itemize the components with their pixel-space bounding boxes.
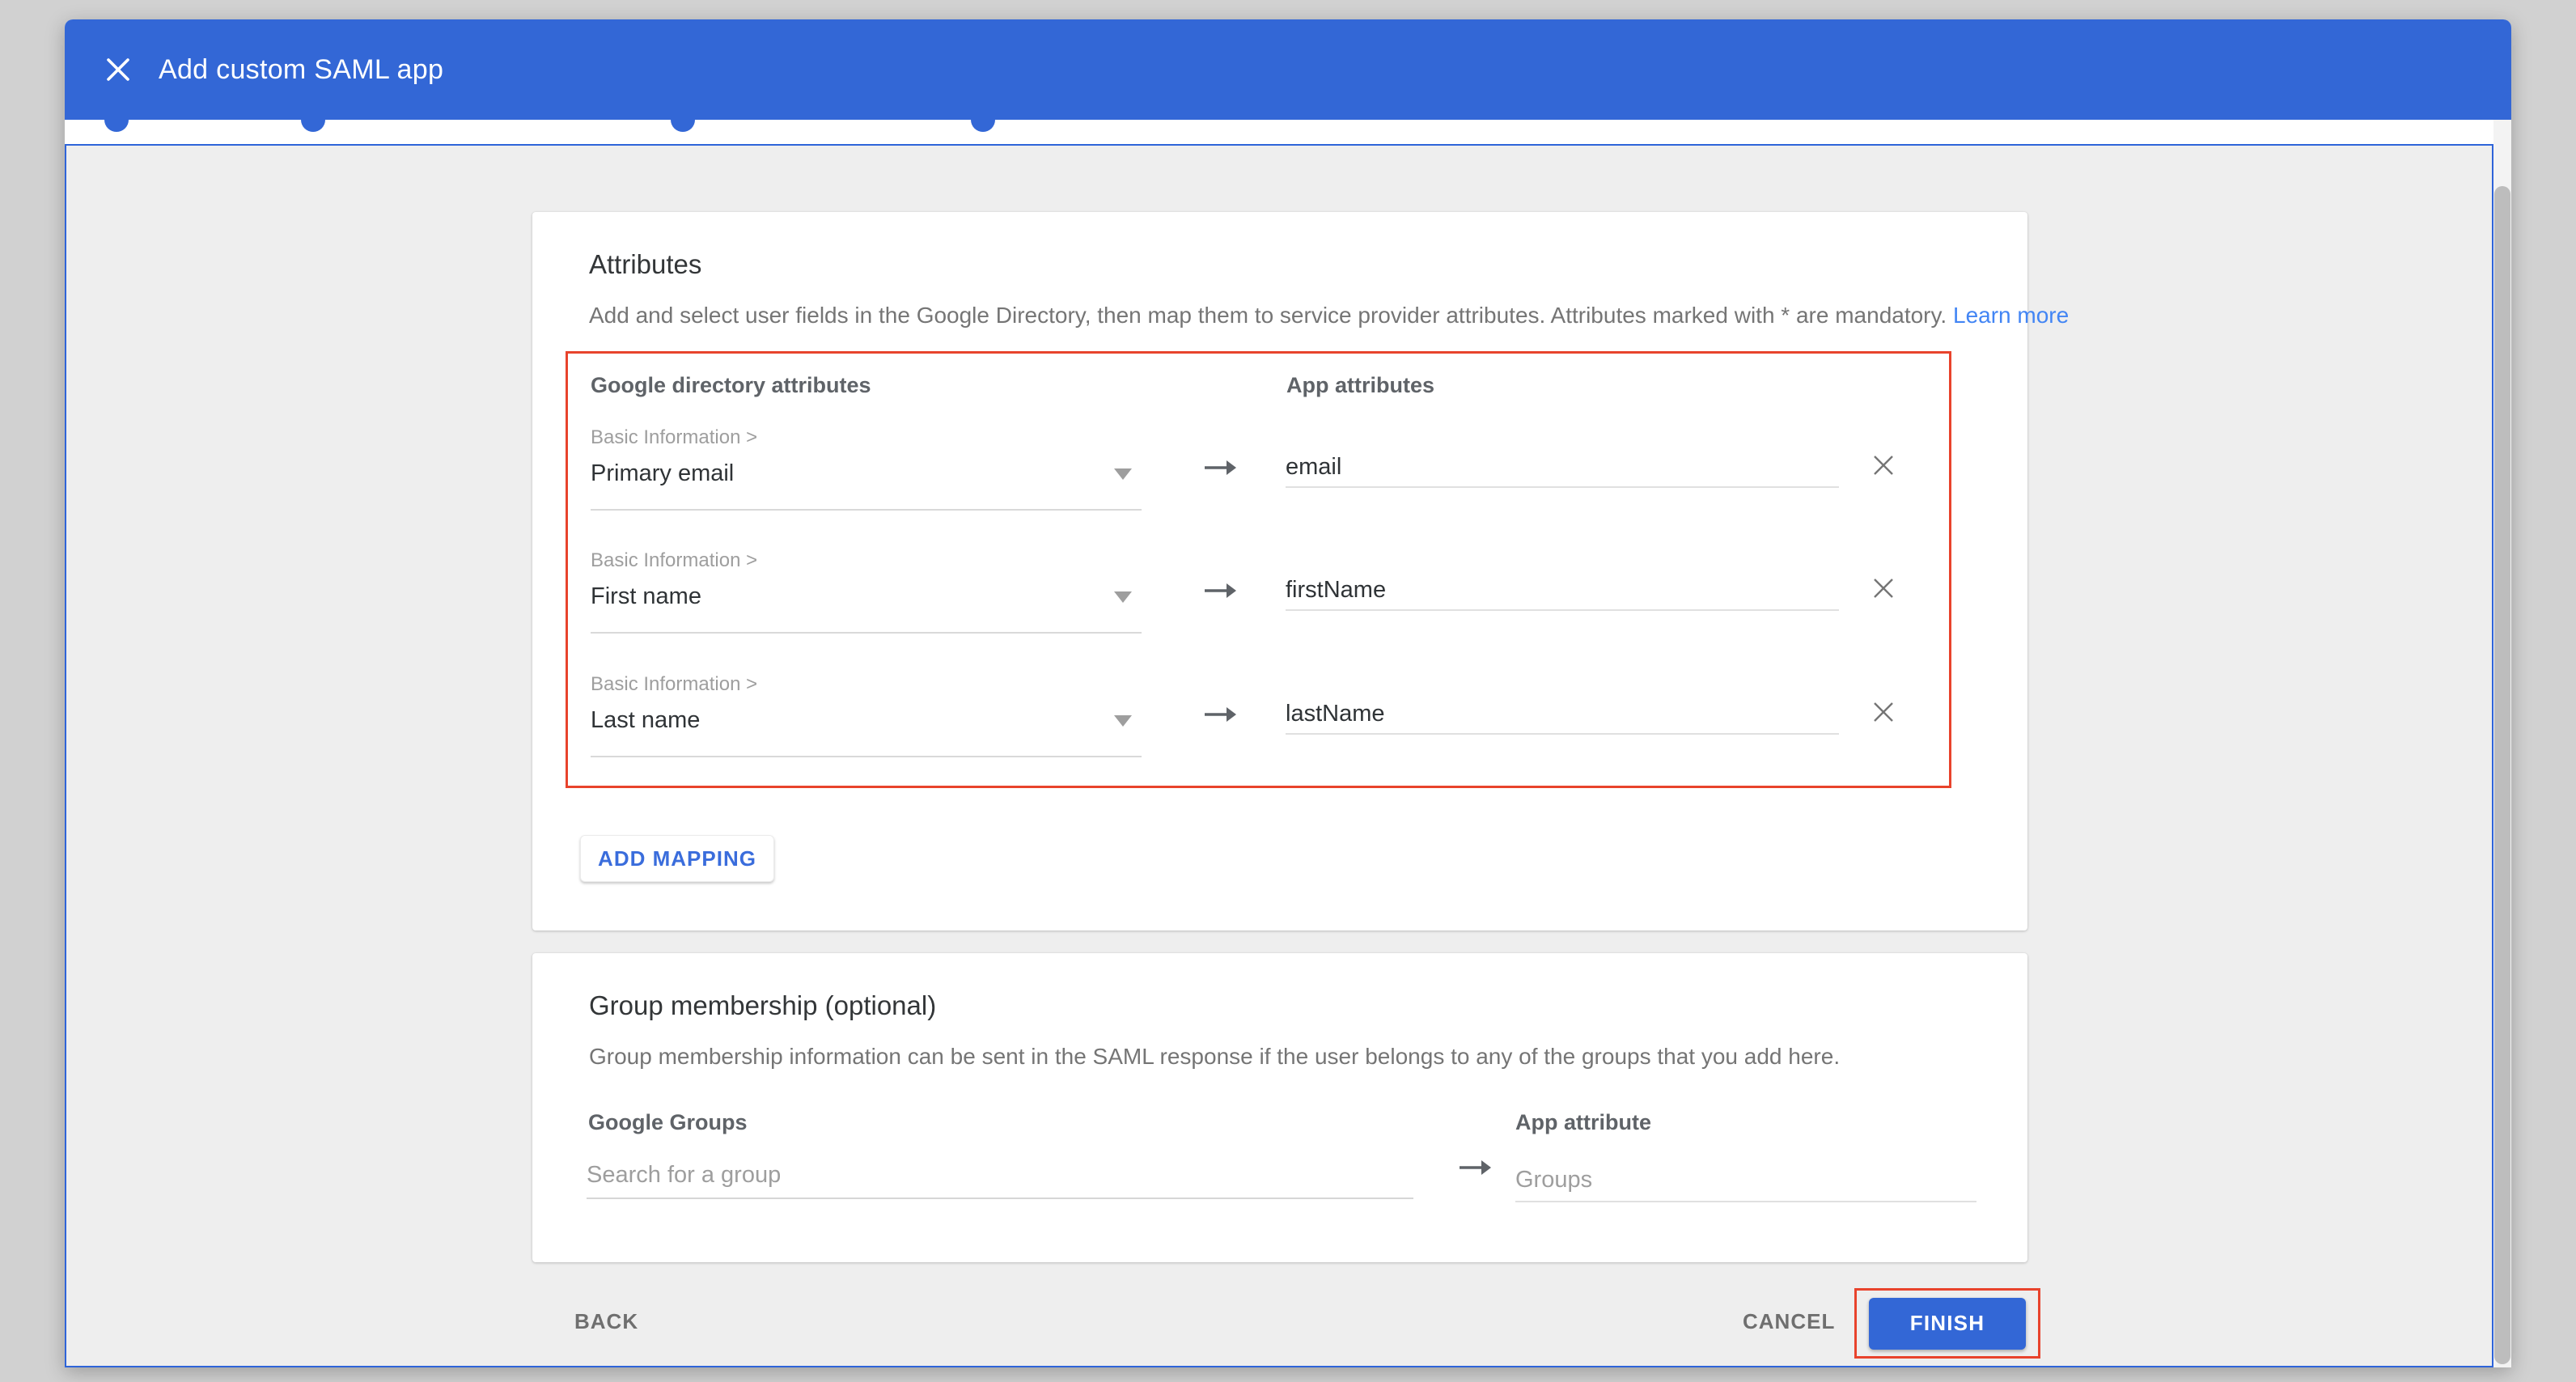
directory-attribute-value: Last name bbox=[591, 707, 700, 734]
close-icon[interactable] bbox=[102, 53, 134, 86]
directory-category-label: Basic Information > bbox=[591, 673, 757, 696]
annotation-box-finish: FINISH bbox=[1854, 1288, 2040, 1359]
group-membership-card: Group membership (optional) Group member… bbox=[532, 953, 2027, 1262]
dropdown-caret-icon bbox=[1114, 715, 1132, 727]
directory-category-label: Basic Information > bbox=[591, 549, 757, 572]
dialog-title: Add custom SAML app bbox=[159, 54, 443, 86]
arrow-right-icon bbox=[1457, 1155, 1494, 1180]
attributes-title: Attributes bbox=[589, 249, 701, 280]
arrow-right-icon bbox=[1202, 579, 1239, 603]
remove-mapping-icon[interactable] bbox=[1869, 574, 1898, 603]
app-attributes-column-header: App attributes bbox=[1286, 373, 1434, 398]
content-panel: Attributes Add and select user fields in… bbox=[65, 144, 2493, 1367]
directory-attribute-value: First name bbox=[591, 583, 701, 610]
google-groups-label: Google Groups bbox=[588, 1110, 748, 1135]
mapping-row: Basic Information > First name bbox=[591, 546, 1926, 668]
mapping-row: Basic Information > Primary email bbox=[591, 423, 1926, 545]
attributes-card: Attributes Add and select user fields in… bbox=[532, 212, 2027, 931]
dropdown-caret-icon bbox=[1114, 468, 1132, 480]
cancel-button[interactable]: CANCEL bbox=[1743, 1309, 1835, 1334]
directory-attribute-select[interactable]: Last name bbox=[591, 702, 1142, 757]
page-background: { "header": { "title": "Add custom SAML … bbox=[0, 0, 2576, 1382]
directory-attribute-value: Primary email bbox=[591, 460, 734, 487]
group-membership-title: Group membership (optional) bbox=[589, 990, 936, 1021]
scrollbar-thumb[interactable] bbox=[2494, 186, 2510, 1364]
arrow-right-icon bbox=[1202, 456, 1239, 480]
directory-category-label: Basic Information > bbox=[591, 426, 757, 449]
attributes-description: Add and select user fields in the Google… bbox=[589, 303, 2069, 329]
finish-button[interactable]: FINISH bbox=[1869, 1298, 2026, 1350]
back-button[interactable]: BACK bbox=[574, 1309, 638, 1334]
add-saml-app-dialog: Add custom SAML app Attributes Add and s… bbox=[65, 19, 2511, 1367]
app-attribute-input[interactable] bbox=[1286, 570, 1839, 611]
group-search-input[interactable] bbox=[587, 1152, 1413, 1199]
directory-attributes-column-header: Google directory attributes bbox=[591, 373, 871, 398]
remove-mapping-icon[interactable] bbox=[1869, 451, 1898, 480]
annotation-box-mappings: Google directory attributes App attribut… bbox=[566, 351, 1951, 788]
attributes-description-text: Add and select user fields in the Google… bbox=[589, 303, 1947, 328]
directory-attribute-select[interactable]: Primary email bbox=[591, 456, 1142, 511]
mapping-row: Basic Information > Last name bbox=[591, 670, 1926, 791]
add-mapping-button[interactable]: ADD MAPPING bbox=[580, 835, 774, 882]
arrow-right-icon bbox=[1202, 702, 1239, 727]
dropdown-caret-icon bbox=[1114, 591, 1132, 603]
group-app-attribute-input[interactable] bbox=[1515, 1159, 1976, 1202]
learn-more-link[interactable]: Learn more bbox=[1953, 303, 2069, 328]
scrollbar-track[interactable] bbox=[2493, 120, 2511, 1367]
dialog-header: Add custom SAML app bbox=[65, 19, 2511, 120]
app-attribute-input[interactable] bbox=[1286, 447, 1839, 488]
remove-mapping-icon[interactable] bbox=[1869, 697, 1898, 727]
directory-attribute-select[interactable]: First name bbox=[591, 579, 1142, 634]
app-attribute-label: App attribute bbox=[1515, 1110, 1651, 1135]
app-attribute-input[interactable] bbox=[1286, 694, 1839, 735]
group-membership-description: Group membership information can be sent… bbox=[589, 1044, 1840, 1070]
